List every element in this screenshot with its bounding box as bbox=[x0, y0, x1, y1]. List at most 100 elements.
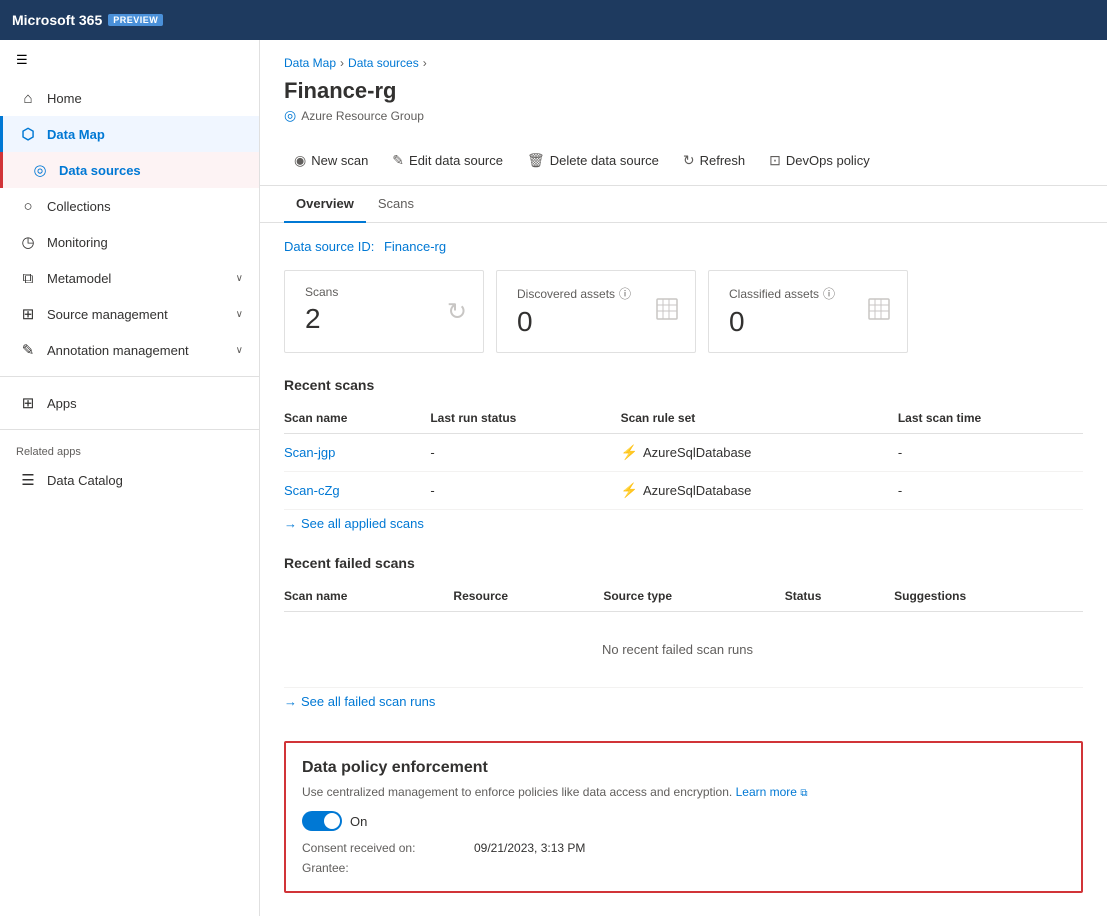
stats-row: Scans 2 ↻ Discovered assets ⓘ 0 bbox=[260, 262, 1107, 369]
refresh-icon: ↻ bbox=[683, 152, 695, 169]
last-run-status-cell: - bbox=[430, 472, 620, 510]
scans-refresh-icon: ↻ bbox=[447, 297, 467, 326]
recent-failed-scans-title: Recent failed scans bbox=[284, 555, 1083, 571]
info-icon: ⓘ bbox=[823, 285, 835, 302]
sidebar-item-data-sources[interactable]: ◎ Data sources bbox=[0, 152, 259, 188]
sidebar-item-monitoring[interactable]: ◷ Monitoring bbox=[0, 224, 259, 260]
learn-more-label: Learn more bbox=[736, 785, 797, 799]
devops-policy-button[interactable]: ⊡ DevOps policy bbox=[759, 146, 880, 175]
preview-badge: PREVIEW bbox=[108, 14, 163, 26]
page-header: Finance-rg ◎ Azure Resource Group bbox=[260, 74, 1107, 136]
toggle-row: On bbox=[302, 811, 1065, 831]
recent-scans-section: Recent scans Scan name Last run status S… bbox=[260, 369, 1107, 547]
datasource-id-value: Finance-rg bbox=[384, 239, 446, 254]
new-scan-icon: ◉ bbox=[294, 152, 306, 169]
delete-icon: 🗑 bbox=[527, 152, 545, 169]
sidebar-item-label: Monitoring bbox=[47, 235, 108, 250]
scan-link[interactable]: Scan-jgp bbox=[284, 445, 335, 460]
stat-classified-label: Classified assets ⓘ bbox=[729, 285, 887, 302]
page-subtitle: ◎ Azure Resource Group bbox=[284, 107, 1083, 124]
toggle-label: On bbox=[350, 814, 367, 829]
stat-scans-label: Scans bbox=[305, 285, 463, 299]
grantee-value bbox=[474, 861, 1065, 875]
no-data-message: No recent failed scan runs bbox=[284, 622, 1071, 677]
recent-failed-scans-section: Recent failed scans Scan name Resource S… bbox=[260, 547, 1107, 725]
sidebar-item-label: Apps bbox=[47, 396, 77, 411]
bolt-icon: ⚡ bbox=[621, 482, 638, 499]
logo-text: Microsoft 365 bbox=[12, 12, 102, 28]
rule-set-name: AzureSqlDatabase bbox=[643, 445, 751, 460]
toolbar: ◉ New scan ✎ Edit data source 🗑 Delete d… bbox=[260, 136, 1107, 186]
refresh-button[interactable]: ↻ Refresh bbox=[673, 146, 755, 175]
sidebar-item-apps[interactable]: ⊞ Apps bbox=[0, 385, 259, 421]
stat-discovered-label: Discovered assets ⓘ bbox=[517, 285, 675, 302]
monitoring-icon: ◷ bbox=[19, 233, 37, 251]
sidebar-item-label: Collections bbox=[47, 199, 111, 214]
see-all-label: See all applied scans bbox=[301, 516, 424, 531]
datasource-id: Data source ID: Finance-rg bbox=[260, 223, 1107, 262]
subtitle-text: Azure Resource Group bbox=[301, 109, 424, 123]
scan-link[interactable]: Scan-cZg bbox=[284, 483, 340, 498]
sidebar-item-collections[interactable]: ○ Collections bbox=[0, 188, 259, 224]
sidebar-item-label: Data Map bbox=[47, 127, 105, 142]
new-scan-label: New scan bbox=[311, 153, 368, 168]
delete-data-source-button[interactable]: 🗑 Delete data source bbox=[517, 146, 669, 175]
stat-card-scans: Scans 2 ↻ bbox=[284, 270, 484, 353]
stat-card-classified: Classified assets ⓘ 0 bbox=[708, 270, 908, 353]
sidebar-item-source-management[interactable]: ⊞ Source management ∨ bbox=[0, 296, 259, 332]
see-all-failed-scans-link[interactable]: → See all failed scan runs bbox=[284, 694, 435, 709]
grantee-label: Grantee: bbox=[302, 861, 462, 875]
arrow-icon: → bbox=[284, 694, 297, 709]
last-scan-time-cell: - bbox=[898, 434, 1083, 472]
sidebar-item-label: Data Catalog bbox=[47, 473, 123, 488]
breadcrumb-data-sources[interactable]: Data sources bbox=[348, 56, 419, 70]
topbar: Microsoft 365 PREVIEW bbox=[0, 0, 1107, 40]
col-scan-name: Scan name bbox=[284, 403, 430, 434]
stat-discovered-value: 0 bbox=[517, 306, 675, 338]
edit-label: Edit data source bbox=[409, 153, 503, 168]
sidebar-item-metamodel[interactable]: ⧉ Metamodel ∨ bbox=[0, 260, 259, 296]
edit-icon: ✎ bbox=[392, 152, 404, 169]
sidebar-item-home[interactable]: ⌂ Home bbox=[0, 80, 259, 116]
col-suggestions: Suggestions bbox=[894, 581, 1083, 612]
discovered-table-icon bbox=[655, 297, 679, 327]
annotation-icon: ✎ bbox=[19, 341, 37, 359]
page-title: Finance-rg bbox=[284, 78, 1083, 104]
breadcrumb-data-map[interactable]: Data Map bbox=[284, 56, 336, 70]
policy-details: Consent received on: 09/21/2023, 3:13 PM… bbox=[302, 841, 1065, 875]
col-status: Status bbox=[785, 581, 894, 612]
new-scan-button[interactable]: ◉ New scan bbox=[284, 146, 378, 175]
data-map-icon: ⬡ bbox=[19, 125, 37, 143]
edit-data-source-button[interactable]: ✎ Edit data source bbox=[382, 146, 513, 175]
info-icon: ⓘ bbox=[619, 285, 631, 302]
tab-overview[interactable]: Overview bbox=[284, 186, 366, 223]
classified-table-icon bbox=[867, 297, 891, 327]
recent-scans-table: Scan name Last run status Scan rule set … bbox=[284, 403, 1083, 510]
scan-rule-set-cell: ⚡ AzureSqlDatabase bbox=[621, 472, 898, 510]
breadcrumb-sep-1: › bbox=[340, 56, 344, 70]
sidebar-item-label: Annotation management bbox=[47, 343, 189, 358]
sidebar-item-data-catalog[interactable]: ☰ Data Catalog bbox=[0, 462, 259, 498]
col-source-type: Source type bbox=[603, 581, 784, 612]
sidebar-item-data-map[interactable]: ⬡ Data Map bbox=[0, 116, 259, 152]
scan-rule-set-cell: ⚡ AzureSqlDatabase bbox=[621, 434, 898, 472]
see-all-applied-scans-link[interactable]: → See all applied scans bbox=[284, 516, 424, 531]
policy-toggle[interactable] bbox=[302, 811, 342, 831]
sidebar-item-label: Home bbox=[47, 91, 82, 106]
apps-icon: ⊞ bbox=[19, 394, 37, 412]
data-sources-icon: ◎ bbox=[31, 161, 49, 179]
learn-more-link[interactable]: Learn more ⧉ bbox=[736, 785, 808, 799]
hamburger-menu[interactable]: ☰ bbox=[0, 40, 259, 80]
consent-value: 09/21/2023, 3:13 PM bbox=[474, 841, 1065, 855]
policy-title: Data policy enforcement bbox=[302, 759, 1065, 777]
stat-scans-value: 2 bbox=[305, 303, 463, 335]
table-row: Scan-cZg - ⚡ AzureSqlDatabase - bbox=[284, 472, 1083, 510]
sidebar-item-annotation-management[interactable]: ✎ Annotation management ∨ bbox=[0, 332, 259, 368]
datasource-id-label: Data source ID: bbox=[284, 239, 374, 254]
sidebar-item-label: Source management bbox=[47, 307, 168, 322]
sidebar: ☰ ⌂ Home ⬡ Data Map ◎ Data sources ○ Col… bbox=[0, 40, 260, 916]
refresh-label: Refresh bbox=[700, 153, 746, 168]
home-icon: ⌂ bbox=[19, 89, 37, 107]
tab-scans[interactable]: Scans bbox=[366, 186, 426, 223]
policy-description: Use centralized management to enforce po… bbox=[302, 785, 1065, 799]
